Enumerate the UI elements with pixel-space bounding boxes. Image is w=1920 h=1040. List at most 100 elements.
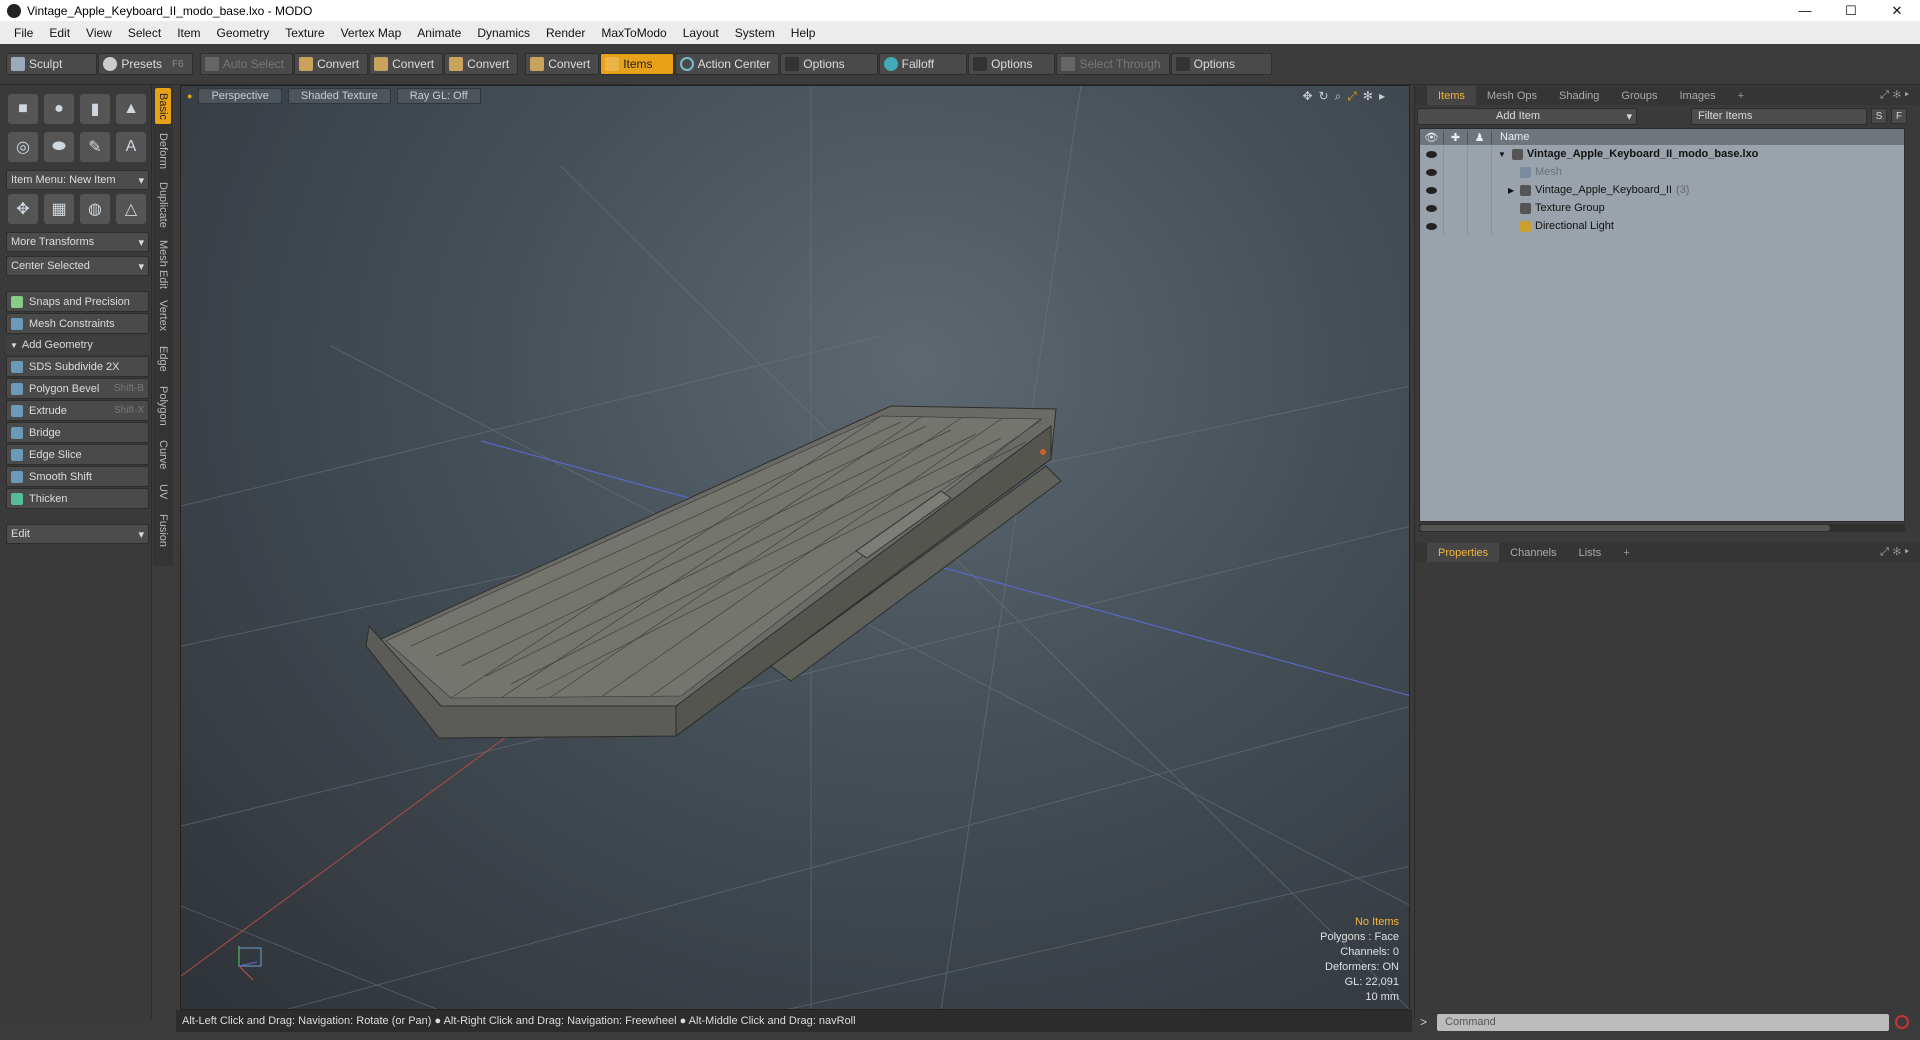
menu-item[interactable]: Item <box>169 26 208 40</box>
filter-s-button[interactable]: S <box>1871 108 1887 124</box>
convert-edges-button[interactable]: Convert <box>369 53 444 75</box>
menu-layout[interactable]: Layout <box>675 26 727 40</box>
lock-column-icon[interactable]: ✚ <box>1444 130 1468 144</box>
vtab-duplicate[interactable]: Duplicate <box>155 178 171 232</box>
menu-edit[interactable]: Edit <box>41 26 78 40</box>
vtab-deform[interactable]: Deform <box>155 130 171 172</box>
tab-groups[interactable]: Groups <box>1610 86 1668 105</box>
ray-gl-button[interactable]: Ray GL: Off <box>396 88 481 104</box>
cylinder-icon[interactable]: ▮ <box>80 94 110 124</box>
filter-items-input[interactable]: Filter Items <box>1691 107 1867 125</box>
snaps-precision-button[interactable]: Snaps and Precision <box>6 291 149 312</box>
menu-maxtomodo[interactable]: MaxToModo <box>593 26 674 40</box>
eye-icon[interactable] <box>1426 186 1437 194</box>
close-button[interactable]: ✕ <box>1874 3 1920 19</box>
select-through-button[interactable]: Select Through <box>1056 53 1170 75</box>
3d-viewport[interactable]: ● Perspective Shaded Texture Ray GL: Off… <box>180 85 1410 1010</box>
convert-polygons-button[interactable]: Convert <box>444 53 519 75</box>
list-item[interactable]: Texture Group <box>1420 199 1904 217</box>
items-mode-button[interactable]: Items <box>600 53 674 75</box>
menu-system[interactable]: System <box>727 26 783 40</box>
prop-panel-options-icons[interactable]: ⤢✻▸ <box>1880 546 1913 559</box>
add-tab-button[interactable]: + <box>1727 86 1755 105</box>
menu-file[interactable]: File <box>6 26 41 40</box>
select-through-options-button[interactable]: Options <box>1170 53 1272 75</box>
vtab-polygon[interactable]: Polygon <box>155 382 171 430</box>
tab-images[interactable]: Images <box>1669 86 1727 105</box>
pan-icon[interactable]: ✥ <box>1302 89 1318 103</box>
list-item[interactable]: Mesh <box>1420 163 1904 181</box>
rotate-icon[interactable]: ↻ <box>1319 89 1335 103</box>
menu-render[interactable]: Render <box>538 26 593 40</box>
command-input[interactable]: Command <box>1437 1013 1890 1031</box>
cone-icon[interactable]: ▲ <box>116 94 146 124</box>
menu-dynamics[interactable]: Dynamics <box>469 26 538 40</box>
torus-icon[interactable]: ◎ <box>8 132 38 162</box>
perspective-button[interactable]: Perspective <box>198 88 282 104</box>
tab-mesh-ops[interactable]: Mesh Ops <box>1476 86 1548 105</box>
tab-channels[interactable]: Channels <box>1499 543 1567 562</box>
globe-icon[interactable]: ◍ <box>80 194 110 224</box>
sculpt-button[interactable]: Sculpt <box>6 53 98 75</box>
zoom-icon[interactable]: ⌕ <box>1335 89 1348 103</box>
mesh-constraints-button[interactable]: Mesh Constraints <box>6 313 149 334</box>
sds-subdivide-button[interactable]: SDS Subdivide 2X <box>6 356 149 377</box>
extrude-button[interactable]: Extrude Shift-X <box>6 400 149 421</box>
menu-animate[interactable]: Animate <box>409 26 469 40</box>
falloff-options-button[interactable]: Options <box>968 53 1056 75</box>
record-macro-icon[interactable] <box>1895 1015 1910 1029</box>
expand-arrow-icon[interactable]: ▶ <box>1508 186 1514 195</box>
center-selected-dropdown[interactable]: Center Selected ▾ <box>6 256 149 276</box>
thicken-button[interactable]: Thicken <box>6 488 149 509</box>
fit-icon[interactable]: ⤢ <box>1347 89 1363 103</box>
edge-slice-button[interactable]: Edge Slice <box>6 444 149 465</box>
tab-lists[interactable]: Lists <box>1568 543 1613 562</box>
vtab-basic[interactable]: Basic <box>155 88 171 124</box>
eye-icon[interactable] <box>1426 168 1437 176</box>
filter-f-button[interactable]: F <box>1891 108 1907 124</box>
shaded-texture-button[interactable]: Shaded Texture <box>287 88 391 104</box>
capsule-icon[interactable]: ⬬ <box>44 132 74 162</box>
tab-properties[interactable]: Properties <box>1427 543 1500 562</box>
visibility-column-icon[interactable]: 👁 <box>1420 130 1444 144</box>
menu-help[interactable]: Help <box>783 26 824 40</box>
convert-materials-button[interactable]: Convert <box>525 53 600 75</box>
item-menu-dropdown[interactable]: Item Menu: New Item ▾ <box>6 170 149 190</box>
pyramid-icon[interactable]: △ <box>116 194 146 224</box>
convert-vertices-button[interactable]: Convert <box>294 53 369 75</box>
smooth-shift-button[interactable]: Smooth Shift <box>6 466 149 487</box>
more-transforms-dropdown[interactable]: More Transforms ▾ <box>6 232 149 252</box>
tab-items[interactable]: Items <box>1427 86 1476 105</box>
list-item[interactable]: ▶ Vintage_Apple_Keyboard_II (3) <box>1420 181 1904 199</box>
polygon-bevel-button[interactable]: Polygon Bevel Shift-B <box>6 378 149 399</box>
panel-options-icons[interactable]: ⤢✻▸ <box>1880 89 1913 102</box>
vtab-curve[interactable]: Curve <box>155 436 171 474</box>
grid-icon[interactable]: ▦ <box>44 194 74 224</box>
menu-geometry[interactable]: Geometry <box>209 26 278 40</box>
name-column-header[interactable]: Name <box>1492 131 1529 143</box>
transform-icon[interactable]: ✥ <box>8 194 38 224</box>
action-center-button[interactable]: Action Center <box>674 53 780 75</box>
bridge-button[interactable]: Bridge <box>6 422 149 443</box>
tab-shading[interactable]: Shading <box>1548 86 1610 105</box>
list-item[interactable]: Directional Light <box>1420 217 1904 235</box>
vtab-uv[interactable]: UV <box>155 480 171 504</box>
menu-vertex-map[interactable]: Vertex Map <box>333 26 410 40</box>
add-item-dropdown[interactable]: Add Item ▾ <box>1417 107 1637 125</box>
vtab-mesh-edit[interactable]: Mesh Edit <box>155 238 171 290</box>
eye-icon[interactable] <box>1426 222 1437 230</box>
item-list-scrollbar[interactable] <box>1419 524 1905 532</box>
cube-icon[interactable]: ■ <box>8 94 38 124</box>
menu-view[interactable]: View <box>78 26 120 40</box>
vtab-vertex[interactable]: Vertex <box>155 296 171 336</box>
eye-icon[interactable] <box>1426 204 1437 212</box>
add-prop-tab-button[interactable]: + <box>1612 543 1640 562</box>
auto-select-button[interactable]: Auto Select <box>199 53 294 75</box>
add-geometry-header[interactable]: ▼ Add Geometry <box>6 335 149 355</box>
menu-select[interactable]: Select <box>120 26 169 40</box>
maximize-button[interactable]: ☐ <box>1828 3 1874 19</box>
settings-icon[interactable]: ✻ <box>1363 89 1379 103</box>
edit-dropdown[interactable]: Edit ▾ <box>6 524 149 544</box>
expand-icon[interactable]: ▸ <box>1379 89 1391 103</box>
collapse-arrow-icon[interactable]: ▼ <box>1498 150 1506 159</box>
